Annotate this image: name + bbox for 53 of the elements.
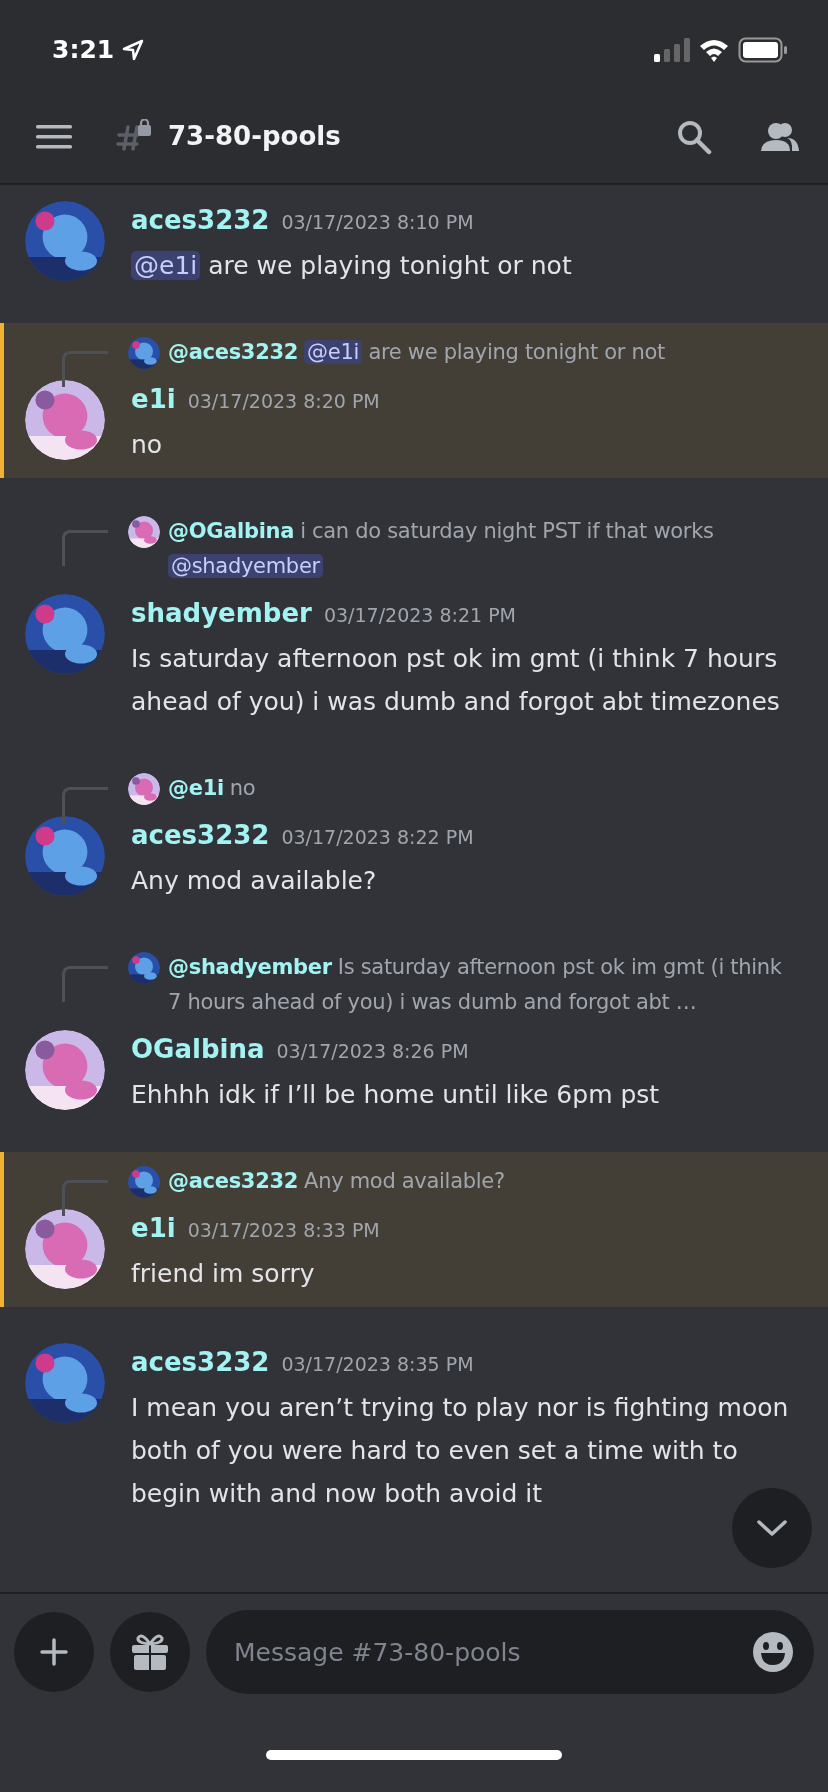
reply-line	[62, 530, 108, 566]
members-button[interactable]	[760, 120, 800, 153]
username[interactable]: e1i	[131, 380, 176, 419]
emoji-icon[interactable]	[752, 1631, 794, 1673]
message-text: Ehhhh idk if I’ll be home until like 6pm pst	[131, 1079, 660, 1111]
wifi-icon	[698, 38, 730, 62]
members-icon	[760, 120, 800, 153]
location-arrow-icon	[122, 39, 145, 61]
menu-button[interactable]	[36, 123, 72, 150]
reply-text: @e1i no	[168, 775, 256, 802]
message-text: friend im sorry	[131, 1258, 315, 1290]
timestamp: 03/17/2023 8:20 PM	[187, 389, 380, 414]
mention[interactable]: @e1i	[304, 340, 363, 364]
reply-text: @aces3232 @e1i are we playing tonight or not	[168, 339, 666, 366]
timestamp: 03/17/2023 8:10 PM	[281, 210, 474, 235]
timestamp: 03/17/2023 8:21 PM	[323, 603, 516, 628]
reply-author[interactable]: @aces3232	[168, 340, 299, 364]
message-text: no	[131, 429, 163, 461]
plus-icon	[39, 1637, 69, 1667]
reply-author[interactable]: @shadyember	[168, 955, 332, 979]
reply-author[interactable]: @e1i	[168, 776, 224, 800]
timestamp: 03/17/2023 8:22 PM	[281, 825, 474, 850]
search-button[interactable]	[676, 118, 712, 155]
battery-icon	[738, 37, 788, 63]
reply-author[interactable]: @aces3232	[168, 1169, 299, 1193]
message-text: @e1i are we playing tonight or not	[131, 244, 572, 287]
username[interactable]: aces3232	[131, 816, 270, 855]
mention[interactable]: @e1i	[131, 251, 201, 280]
signal-icon	[654, 38, 690, 62]
search-icon	[676, 118, 712, 155]
username[interactable]: aces3232	[131, 201, 270, 240]
gift-icon	[130, 1632, 170, 1672]
reply-text: @OGalbina i can do saturday night PST if that works @shadyember	[168, 518, 715, 580]
timestamp: 03/17/2023 8:35 PM	[281, 1352, 474, 1377]
username[interactable]: OGalbina	[131, 1030, 265, 1069]
reply-line	[62, 966, 108, 1002]
message-input[interactable]: Message #73-80-pools	[206, 1610, 814, 1694]
username[interactable]: shadyember	[131, 594, 312, 633]
chevron-down-icon	[756, 1518, 788, 1538]
timestamp: 03/17/2023 8:26 PM	[276, 1039, 469, 1064]
reply-text: @shadyember Is saturday afternoon pst ok im gmt (i think 7 hours ahead of you) i was dumb and forgot abt …	[168, 954, 783, 1016]
timestamp: 03/17/2023 8:33 PM	[187, 1218, 380, 1243]
username[interactable]: aces3232	[131, 1343, 270, 1382]
reply-text: @aces3232 Any mod available?	[168, 1168, 505, 1195]
menu-icon	[36, 123, 72, 150]
channel-name: 73-80-pools	[168, 120, 341, 153]
reply-author[interactable]: @OGalbina	[168, 519, 295, 543]
clock-time: 3:21	[52, 34, 115, 67]
message-text: Any mod available?	[131, 865, 377, 897]
username[interactable]: e1i	[131, 1209, 176, 1248]
message-text: I mean you aren’t trying to play nor is fighting moon both of you were hard to even set a time with to begin with and now both avoid it	[131, 1392, 790, 1510]
mention[interactable]: @shadyember	[168, 554, 323, 578]
message-text: Is saturday afternoon pst ok im gmt (i think 7 hours ahead of you) i was dumb and forgot abt timezones	[131, 643, 781, 718]
